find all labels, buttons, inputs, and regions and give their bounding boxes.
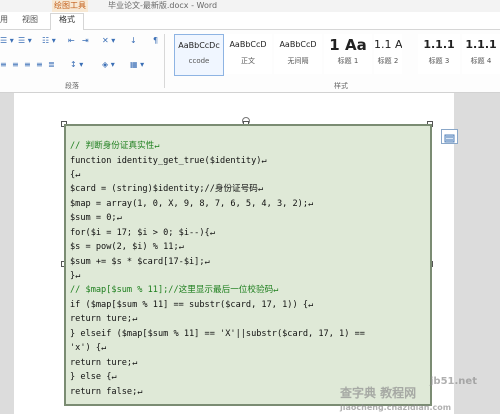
code-line-17: } else {↵ <box>70 372 117 382</box>
styles-group-label: 样式 <box>334 82 348 90</box>
code-line-1: // 判断身份证真实性↵ <box>70 141 160 151</box>
style-name: 无间隔 <box>287 57 309 65</box>
style-heading-4[interactable]: 1.1.1 标题 4 <box>462 34 500 74</box>
style-heading-2[interactable]: 1.1 A 标题 2 <box>374 34 402 74</box>
increase-indent-icon[interactable]: ⇥ <box>82 36 89 46</box>
layout-options-button[interactable] <box>441 129 458 144</box>
watermark: jb51.net 查字典 教程网 jiaocheng.chazidian.com <box>340 376 490 414</box>
code-line-12: if ($map[$sum % 11] == substr($card, 17,… <box>70 300 314 310</box>
line-spacing-icon[interactable]: ↕ ▾ <box>70 60 83 70</box>
numbering-icon[interactable]: ☰ ▾ <box>18 36 32 46</box>
show-marks-icon[interactable]: ¶ <box>153 36 158 46</box>
style-sample: 1.1.1 <box>465 38 497 51</box>
tab-use[interactable]: 用 <box>0 14 8 26</box>
distribute-icon[interactable]: ≣ <box>48 60 55 70</box>
code-line-6: $sum = 0;↵ <box>70 213 122 223</box>
borders-icon[interactable]: ▦ ▾ <box>130 60 144 70</box>
justify-icon[interactable]: ≡ <box>36 60 43 70</box>
style-heading-3[interactable]: 1.1.1 标题 3 <box>418 34 460 74</box>
style-name: 标题 3 <box>428 57 450 65</box>
chinese-layout-icon[interactable]: ✕ ▾ <box>102 36 115 46</box>
code-textbox[interactable]: // 判断身份证真实性↵ function identity_get_true(… <box>64 124 432 406</box>
style-heading-1[interactable]: 1 Aa 标题 1 <box>324 34 372 74</box>
style-sample: 1.1 A <box>374 38 402 51</box>
code-line-16: return ture;↵ <box>70 358 138 368</box>
align-left-icon[interactable]: ≡ <box>0 60 7 70</box>
code-line-14: } elseif ($map[$sum % 11] == 'X'||substr… <box>70 329 365 339</box>
style-name: 正文 <box>241 57 255 65</box>
window-title: 毕业论文-最新版.docx - Word <box>108 1 218 10</box>
code-line-9: $sum += $s * $card[17-$i];↵ <box>70 257 210 267</box>
code-line-11: // $map[$sum % 11];//这里显示最后一位校验码↵ <box>70 285 279 295</box>
watermark-url: jiaocheng.chazidian.com <box>340 403 452 412</box>
ribbon: ☰ ▾ ☰ ▾ ☷ ▾ ⇤ ⇥ ✕ ▾ ↓ ¶ ≡ ≡ ≡ ≡ ≣ ↕ ▾ ◈ … <box>0 30 500 93</box>
watermark-title: 查字典 教程网 <box>340 386 417 400</box>
style-ccode[interactable]: AaBbCcDc ccode <box>174 34 224 76</box>
style-name: 标题 4 <box>470 57 492 65</box>
layout-options-icon <box>444 134 455 143</box>
align-right-icon[interactable]: ≡ <box>24 60 31 70</box>
paragraph-group-label: 段落 <box>65 82 79 90</box>
code-line-2: function identity_get_true($identity)↵ <box>70 156 267 166</box>
code-line-10: }↵ <box>70 271 81 281</box>
align-center-icon[interactable]: ≡ <box>12 60 19 70</box>
style-name: 标题 2 <box>377 57 399 65</box>
style-sample: 1 Aa <box>329 36 367 54</box>
multilevel-list-icon[interactable]: ☷ ▾ <box>42 36 56 46</box>
code-line-13: return ture;↵ <box>70 314 138 324</box>
style-sample: AaBbCcD <box>229 40 267 49</box>
bullets-icon[interactable]: ☰ ▾ <box>0 36 14 46</box>
style-no-spacing[interactable]: AaBbCcD 无间隔 <box>274 34 322 74</box>
code-line-7: for($i = 17; $i > 0; $i--){↵ <box>70 228 215 238</box>
style-name: 标题 1 <box>337 57 359 65</box>
code-line-4: $card = (string)$identity;//身份证号码↵ <box>70 184 264 194</box>
code-line-8: $s = pow(2, $i) % 11;↵ <box>70 242 184 252</box>
decrease-indent-icon[interactable]: ⇤ <box>68 36 75 46</box>
tab-format[interactable]: 格式 <box>50 13 84 31</box>
code-line-5: $map = array(1, 0, X, 9, 8, 7, 6, 5, 4, … <box>70 199 314 209</box>
style-normal[interactable]: AaBbCcD 正文 <box>224 34 272 74</box>
style-sample: AaBbCcD <box>279 40 317 49</box>
style-name: ccode <box>188 57 210 65</box>
watermark-site: jb51.net <box>430 376 477 387</box>
style-sample: 1.1.1 <box>423 38 455 51</box>
tab-view[interactable]: 视图 <box>22 14 38 26</box>
ribbon-tabs: 用 视图 格式 <box>0 12 500 31</box>
ribbon-divider <box>164 34 165 88</box>
title-bar: 绘图工具 毕业论文-最新版.docx - Word <box>0 0 500 13</box>
style-sample: AaBbCcDc <box>178 41 220 50</box>
code-line-3: {↵ <box>70 170 81 180</box>
code-line-18: return false;↵ <box>70 387 143 397</box>
code-line-15: 'x') {↵ <box>70 343 107 353</box>
shading-icon[interactable]: ◈ ▾ <box>102 60 115 70</box>
sort-icon[interactable]: ↓ <box>130 36 137 46</box>
